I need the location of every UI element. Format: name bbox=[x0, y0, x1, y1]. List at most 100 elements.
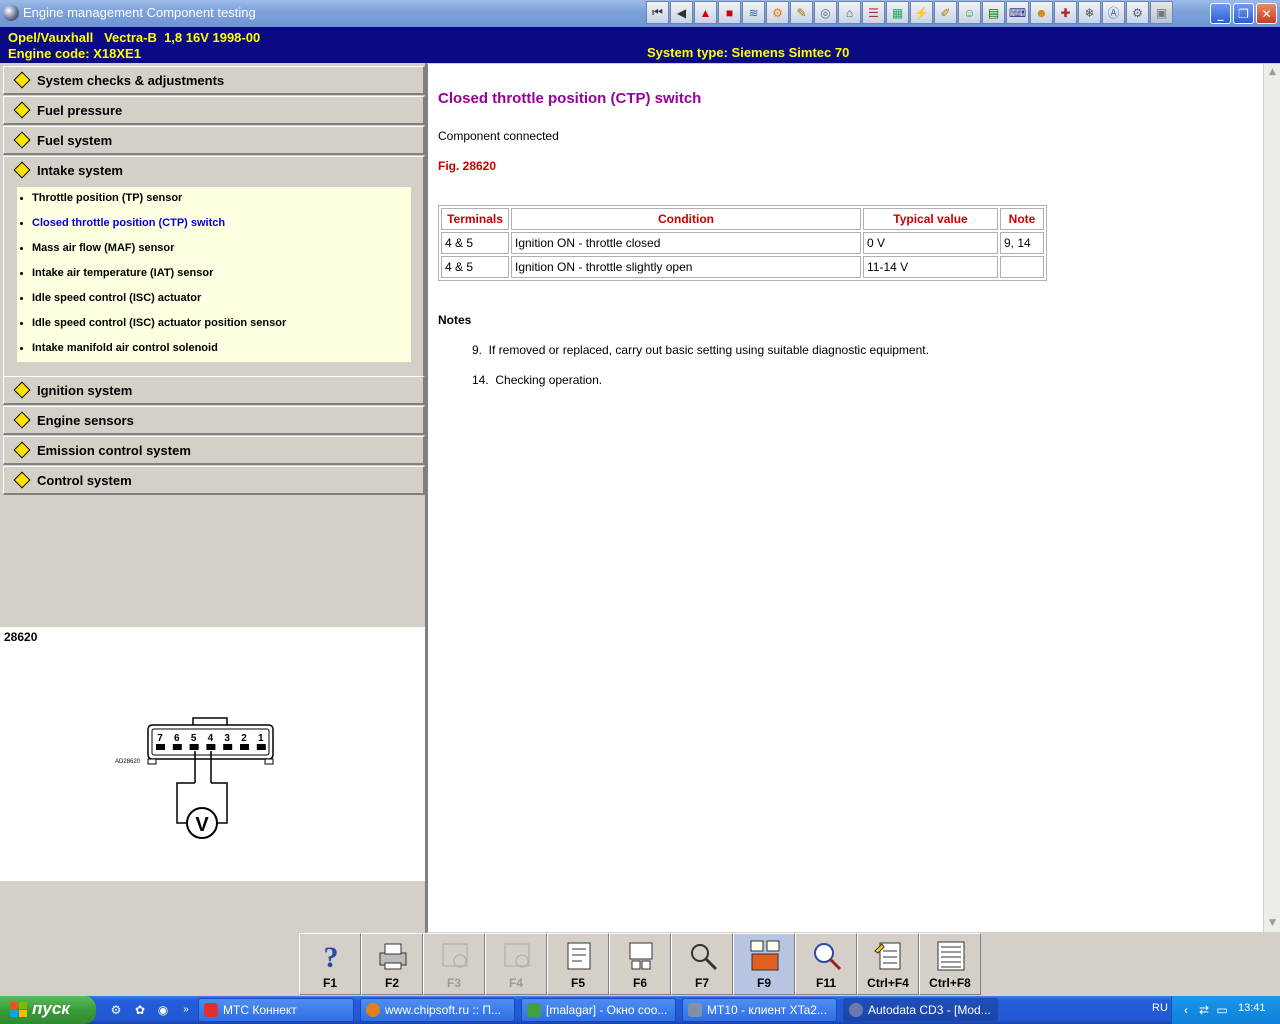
tray-network-icon[interactable]: ⇄ bbox=[1196, 1002, 1212, 1018]
tray-expand-icon[interactable]: ‹ bbox=[1178, 1002, 1194, 1018]
intake-system-submenu: Throttle position (TP) sensor Closed thr… bbox=[17, 187, 411, 362]
section-system-checks[interactable]: System checks & adjustments bbox=[3, 66, 425, 95]
figure-panel: 28620 7654321 V AD28620 bbox=[0, 627, 425, 881]
vertical-scrollbar[interactable]: ▲ ▼ bbox=[1263, 64, 1280, 932]
bullet-icon bbox=[20, 297, 23, 300]
f1-help-button[interactable]: ? F1 bbox=[299, 933, 361, 995]
note-item: 14. Checking operation. bbox=[472, 373, 603, 387]
arrow-diamond-icon bbox=[13, 381, 31, 399]
connector-pin bbox=[240, 744, 249, 750]
taskbar-item[interactable]: МТС Коннект bbox=[198, 998, 354, 1022]
connector-pin bbox=[189, 744, 199, 750]
section-ignition-system[interactable]: Ignition system bbox=[3, 376, 425, 405]
column-header-terminals: Terminals bbox=[441, 208, 509, 230]
function-key-bar: ? F1 F2 F3 F4 F5 F6 F7 F9 F11 Ctrl+F4 Ct… bbox=[0, 933, 1280, 996]
quicklaunch-app-icon[interactable]: ✿ bbox=[132, 1002, 148, 1018]
system-type-label: System type: Siemens Simtec 70 bbox=[647, 45, 850, 60]
quicklaunch-app-icon[interactable]: ⚙ bbox=[108, 1002, 124, 1018]
repair-times-icon[interactable]: ☰ bbox=[862, 1, 885, 24]
vehicle-label: Opel/Vauxhall Vectra-B 1,8 16V 1998-00 bbox=[8, 30, 261, 45]
list-icon bbox=[937, 941, 965, 971]
engine-data-icon[interactable]: ■ bbox=[718, 1, 741, 24]
fault-code-icon[interactable]: ☺ bbox=[958, 1, 981, 24]
connector-pin bbox=[256, 744, 266, 750]
taskbar: пуск ⚙ ✿ ◉ » МТС Коннект www.chipsoft.ru… bbox=[0, 996, 1280, 1024]
pin-number-label: 3 bbox=[224, 733, 230, 744]
bullet-icon bbox=[20, 272, 23, 275]
engine-code-label: Engine code: X18XE1 bbox=[8, 46, 141, 61]
language-indicator[interactable]: RU bbox=[1152, 1002, 1168, 1014]
section-engine-sensors[interactable]: Engine sensors bbox=[3, 406, 425, 435]
gauge-icon[interactable]: ◎ bbox=[814, 1, 837, 24]
scroll-down-icon[interactable]: ▼ bbox=[1266, 917, 1279, 930]
f3-button[interactable]: F3 bbox=[423, 933, 485, 995]
start-button[interactable]: пуск bbox=[0, 996, 96, 1024]
component-icon[interactable]: ▦ bbox=[886, 1, 909, 24]
table-row: 4 & 5 Ignition ON - throttle slightly op… bbox=[441, 256, 1044, 278]
service-icon[interactable]: ⚙ bbox=[766, 1, 789, 24]
component-location-icon bbox=[442, 943, 468, 968]
connector-pin bbox=[206, 744, 216, 750]
tuning-icon[interactable]: ≋ bbox=[742, 1, 765, 24]
connector-pin bbox=[172, 744, 182, 750]
help-icon: ? bbox=[324, 941, 339, 973]
air-con-icon[interactable]: ❄ bbox=[1078, 1, 1101, 24]
chat-icon bbox=[527, 1003, 541, 1017]
window-title: Engine management Component testing bbox=[23, 5, 256, 20]
timing-icon[interactable]: ✎ bbox=[790, 1, 813, 24]
quicklaunch-more-icon[interactable]: » bbox=[178, 1002, 194, 1018]
taskbar-item[interactable]: [malagar] - Окно соо... bbox=[521, 998, 676, 1022]
cell-condition: Ignition ON - throttle closed bbox=[511, 232, 861, 254]
data-panel-icon[interactable]: ▤ bbox=[982, 1, 1005, 24]
first-page-icon[interactable]: ⏮ bbox=[646, 1, 669, 24]
quicklaunch-firefox-icon[interactable]: ◉ bbox=[155, 1002, 171, 1018]
brake-icon[interactable]: Ⓐ bbox=[1102, 1, 1125, 24]
taskbar-item[interactable]: MT10 - клиент XTa2... bbox=[682, 998, 837, 1022]
column-header-condition: Condition bbox=[511, 208, 861, 230]
back-icon[interactable]: ◀ bbox=[670, 1, 693, 24]
bullet-icon bbox=[20, 222, 23, 225]
warning-icon[interactable]: ▲ bbox=[694, 1, 717, 24]
airbag-icon[interactable]: ☻ bbox=[1030, 1, 1053, 24]
close-button[interactable]: ✕ bbox=[1256, 3, 1277, 24]
transmission-icon[interactable]: ⚙ bbox=[1126, 1, 1149, 24]
autodata-icon bbox=[849, 1003, 863, 1017]
abs-icon[interactable]: ✚ bbox=[1054, 1, 1077, 24]
section-fuel-pressure[interactable]: Fuel pressure bbox=[3, 96, 425, 125]
arrow-diamond-icon bbox=[13, 101, 31, 119]
pin-number-label: 4 bbox=[208, 733, 214, 744]
ctrl-f8-button[interactable]: Ctrl+F8 bbox=[919, 933, 981, 995]
f6-button[interactable]: F6 bbox=[609, 933, 671, 995]
figure-reference-link[interactable]: Fig. 28620 bbox=[438, 159, 496, 173]
f7-button[interactable]: F7 bbox=[671, 933, 733, 995]
pin-number-label: 6 bbox=[174, 733, 180, 744]
f2-print-button[interactable]: F2 bbox=[361, 933, 423, 995]
key-programming-icon[interactable]: ⌨ bbox=[1006, 1, 1029, 24]
belt-icon[interactable]: ✐ bbox=[934, 1, 957, 24]
taskbar-item-active[interactable]: Autodata CD3 - [Mod... bbox=[843, 998, 998, 1022]
clock: 13:41 bbox=[1238, 1002, 1266, 1014]
f9-button[interactable]: F9 bbox=[733, 933, 795, 995]
notes-icon[interactable]: ▣ bbox=[1150, 1, 1173, 24]
f11-button[interactable]: F11 bbox=[795, 933, 857, 995]
scroll-up-icon[interactable]: ▲ bbox=[1266, 66, 1279, 79]
restore-button[interactable]: ❐ bbox=[1233, 3, 1254, 24]
test-values-table: Terminals Condition Typical value Note 4… bbox=[438, 205, 1047, 281]
ctrl-f4-button[interactable]: Ctrl+F4 bbox=[857, 933, 919, 995]
section-emission-control[interactable]: Emission control system bbox=[3, 436, 425, 465]
diagnostics-icon[interactable]: ⌂ bbox=[838, 1, 861, 24]
arrow-diamond-icon bbox=[13, 411, 31, 429]
section-control-system[interactable]: Control system bbox=[3, 466, 425, 495]
taskbar-item[interactable]: www.chipsoft.ru :: П... bbox=[360, 998, 515, 1022]
f4-button[interactable]: F4 bbox=[485, 933, 547, 995]
notepad-icon bbox=[874, 942, 901, 970]
wiring-icon[interactable]: ⚡ bbox=[910, 1, 933, 24]
tray-monitor-icon[interactable]: ▭ bbox=[1214, 1002, 1230, 1018]
app-icon bbox=[3, 5, 19, 21]
section-fuel-system[interactable]: Fuel system bbox=[3, 126, 425, 155]
component-title: Closed throttle position (CTP) switch bbox=[438, 90, 702, 107]
pin-data-icon bbox=[567, 942, 591, 970]
note-item: 9. If removed or replaced, carry out bas… bbox=[472, 343, 929, 357]
f5-button[interactable]: F5 bbox=[547, 933, 609, 995]
minimize-button[interactable]: _ bbox=[1210, 3, 1231, 24]
